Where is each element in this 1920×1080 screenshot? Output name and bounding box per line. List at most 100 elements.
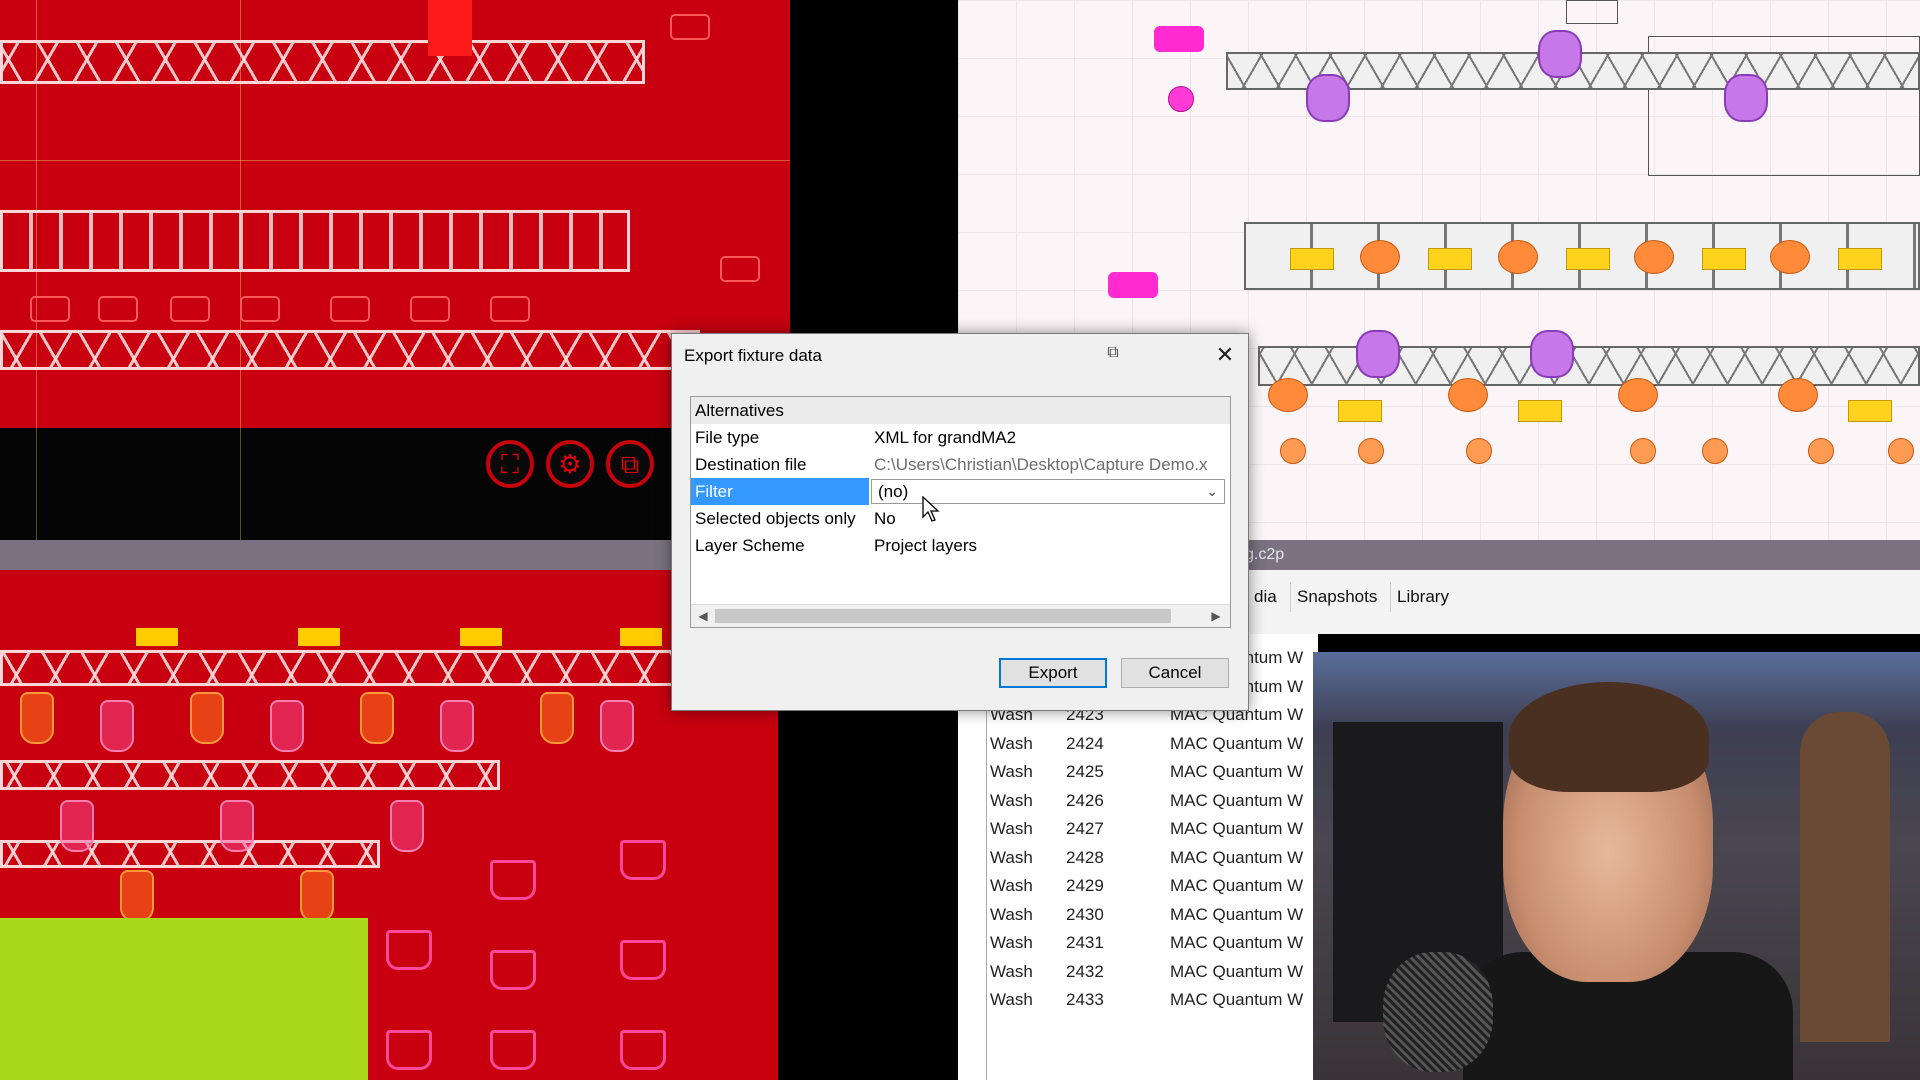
table-row[interactable]: Wash 2428 MAC Quantum W (988, 844, 1318, 872)
fixture-name-cell: MAC Quantum W (1170, 904, 1304, 924)
fixture-type-cell: Wash (990, 990, 1033, 1009)
export-fixture-dialog: Export fixture data ⧉ ✕ Alternatives Fil… (671, 333, 1249, 711)
fixture (1268, 378, 1308, 412)
file-type-value[interactable]: XML for grandMA2 (874, 424, 1016, 451)
truss (0, 650, 700, 686)
table-row[interactable]: Wash 2427 MAC Quantum W (988, 815, 1318, 843)
fixture (490, 296, 530, 322)
fixture (1808, 438, 1834, 464)
floor-fixture (490, 950, 536, 990)
fixture (1724, 74, 1768, 122)
destination-file-value[interactable]: C:\Users\Christian\Desktop\Capture Demo.… (874, 451, 1208, 478)
document-name: g.c2p (1245, 546, 1285, 563)
table-row[interactable]: Wash 2433 MAC Quantum W (988, 986, 1318, 1014)
fixture (1280, 438, 1306, 464)
layer-scheme-value[interactable]: Project layers (874, 532, 977, 559)
fullscreen-icon[interactable]: ⛶ (486, 440, 534, 488)
tab-media[interactable]: dia (1248, 582, 1283, 612)
table-row[interactable]: Wash 2425 MAC Quantum W (988, 758, 1318, 786)
tab-snapshots[interactable]: Snapshots (1290, 582, 1383, 612)
moving-head (600, 700, 634, 752)
fixture-type-cell: Wash (990, 904, 1033, 924)
fixture (1428, 248, 1472, 270)
fixture-type-cell: Wash (990, 847, 1033, 867)
gear-icon[interactable]: ⚙ (546, 440, 594, 488)
fixture (1290, 248, 1334, 270)
close-icon[interactable]: ✕ (1212, 342, 1238, 368)
moving-head (440, 700, 474, 752)
property-row[interactable]: Selected objects only No (691, 505, 1230, 532)
fixture-id-cell: 2427 (1066, 819, 1104, 838)
fixture (1838, 248, 1882, 270)
selected-objects-value[interactable]: No (874, 505, 896, 532)
fixture (1630, 438, 1656, 464)
moving-head (100, 700, 134, 752)
fixture (1306, 74, 1350, 122)
property-row[interactable]: Destination file C:\Users\Christian\Desk… (691, 451, 1230, 478)
fixture-type-cell: Wash (990, 961, 1033, 981)
fixture (1770, 240, 1810, 274)
moving-head (120, 870, 154, 922)
fixture (1356, 330, 1400, 378)
chevron-down-icon[interactable]: ⌄ (1206, 480, 1218, 503)
fixture (30, 296, 70, 322)
table-row[interactable]: Wash 2426 MAC Quantum W (988, 787, 1318, 815)
truss (0, 760, 500, 790)
mouse-cursor-icon (922, 496, 940, 522)
grid-line (0, 160, 790, 161)
dialog-title: Export fixture data (684, 346, 822, 365)
property-row[interactable]: File type XML for grandMA2 (691, 424, 1230, 451)
scroll-right-icon[interactable]: ▶ (1206, 605, 1226, 627)
fixture-type-cell: Wash (990, 933, 1033, 952)
floor-fixture (386, 930, 432, 970)
moving-head (190, 692, 224, 744)
table-row[interactable]: Wash 2432 MAC Quantum W (988, 958, 1318, 986)
fixture (1338, 400, 1382, 422)
table-row[interactable]: Wash 2431 MAC Quantum W (988, 929, 1318, 957)
fixture-name-cell: MAC Quantum W (1170, 876, 1304, 895)
truss (0, 840, 380, 868)
webcam-person-hair (1509, 682, 1709, 792)
view-cube-icon[interactable]: ⧉ (606, 440, 654, 488)
fixture-name-cell: MAC Quantum W (1170, 819, 1304, 838)
truss (0, 210, 630, 272)
fixture-id-cell: 2428 (1066, 847, 1104, 867)
outline (1566, 0, 1618, 24)
restore-icon[interactable]: ⧉ (1102, 344, 1124, 366)
category-row: Alternatives (691, 397, 1230, 424)
fixture (1888, 438, 1914, 464)
fixture (620, 628, 662, 646)
export-button[interactable]: Export (999, 658, 1107, 688)
fixture (298, 628, 340, 646)
fixture (1358, 438, 1384, 464)
horizontal-scrollbar[interactable]: ◀ ▶ (691, 604, 1230, 627)
fixture-name-cell: MAC Quantum W (1170, 733, 1304, 753)
table-row[interactable]: Wash 2424 MAC Quantum W (988, 730, 1318, 758)
cancel-button[interactable]: Cancel (1121, 658, 1229, 688)
table-row[interactable]: Wash 2429 MAC Quantum W (988, 872, 1318, 900)
moving-head (220, 800, 254, 852)
property-row[interactable]: Layer Scheme Project layers (691, 532, 1230, 559)
floor-fixture (620, 840, 666, 880)
property-label: Destination file (695, 455, 807, 474)
fixture (1848, 400, 1892, 422)
webcam-overlay (1313, 652, 1920, 1080)
floor-fixture (620, 940, 666, 980)
property-row-selected[interactable]: Filter (no) ⌄ (691, 478, 1230, 505)
fixture (1360, 240, 1400, 274)
stage-floor (0, 918, 368, 1080)
fixture-type-cell: Wash (990, 819, 1033, 838)
webcam-door (1800, 712, 1890, 1042)
scroll-left-icon[interactable]: ◀ (693, 605, 713, 627)
moving-head (20, 692, 54, 744)
fixture (136, 628, 178, 646)
fixture (460, 628, 502, 646)
fixture-name-cell: MAC Quantum W (1170, 961, 1304, 981)
table-row[interactable]: Wash 2430 MAC Quantum W (988, 901, 1318, 929)
scrollbar-thumb[interactable] (715, 609, 1171, 623)
fixture (98, 296, 138, 322)
fixture-id-cell: 2425 (1066, 762, 1104, 781)
tab-library[interactable]: Library (1390, 582, 1455, 612)
fixture-type-cell: Wash (990, 876, 1033, 895)
floor-fixture (490, 860, 536, 900)
